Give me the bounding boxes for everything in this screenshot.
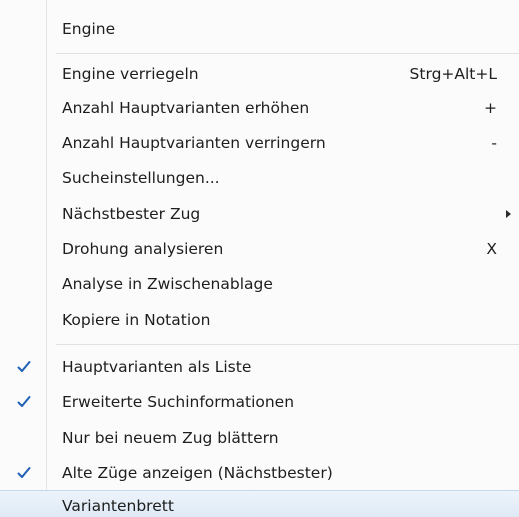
check-icon: [17, 361, 31, 372]
menu-item-label: Kopiere in Notation: [62, 311, 211, 329]
menu-item-label: Analyse in Zwischenablage: [62, 275, 273, 293]
menu-item-hauptvarianten-verringern[interactable]: Anzahl Hauptvarianten verringern -: [0, 125, 519, 161]
menu-separator: [56, 53, 519, 54]
menu-item-label: Anzahl Hauptvarianten verringern: [62, 134, 326, 152]
menu-item-drohung-analysieren[interactable]: Drohung analysieren X: [0, 231, 519, 267]
menu-item-nur-bei-neuem-zug[interactable]: Nur bei neuem Zug blättern: [0, 420, 519, 456]
menu-item-kopiere-notation[interactable]: Kopiere in Notation: [0, 302, 519, 338]
menu-item-shortcut: X: [486, 240, 497, 258]
menu-item-label: Anzahl Hauptvarianten erhöhen: [62, 99, 310, 117]
menu-item-hauptvarianten-erhoehen[interactable]: Anzahl Hauptvarianten erhöhen +: [0, 90, 519, 126]
menu-item-label: Nur bei neuem Zug blättern: [62, 429, 279, 447]
menu-item-shortcut: +: [484, 99, 497, 117]
menu-item-label: Nächstbester Zug: [62, 205, 201, 223]
menu-header-engine[interactable]: Engine: [0, 11, 519, 47]
menu-separator: [56, 344, 519, 345]
menu-item-label: Drohung analysieren: [62, 240, 224, 258]
menu-item-hauptvarianten-liste[interactable]: Hauptvarianten als Liste: [0, 349, 519, 385]
menu-item-sucheinstellungen[interactable]: Sucheinstellungen...: [0, 160, 519, 196]
menu-item-shortcut: -: [491, 134, 497, 152]
menu-item-label: Engine verriegeln: [62, 65, 199, 83]
menu-item-analyse-zwischenablage[interactable]: Analyse in Zwischenablage: [0, 266, 519, 302]
menu-item-label: Variantenbrett: [62, 496, 174, 515]
engine-context-menu: Engine Engine verriegeln Strg+Alt+L Anza…: [0, 0, 519, 517]
check-icon: [17, 396, 31, 407]
menu-header-label: Engine: [62, 20, 116, 38]
menu-item-label: Erweiterte Suchinformationen: [62, 393, 295, 411]
menu-item-erweiterte-suchinformationen[interactable]: Erweiterte Suchinformationen: [0, 384, 519, 420]
menu-item-label: Sucheinstellungen...: [62, 169, 220, 187]
menu-item-label: Alte Züge anzeigen (Nächstbester): [62, 464, 333, 482]
menu-item-naechstbester-zug[interactable]: Nächstbester Zug: [0, 196, 519, 232]
menu-item-engine-verriegeln[interactable]: Engine verriegeln Strg+Alt+L: [0, 56, 519, 92]
chevron-right-icon: [506, 210, 511, 218]
menu-item-label: Hauptvarianten als Liste: [62, 358, 252, 376]
menu-item-shortcut: Strg+Alt+L: [409, 65, 497, 83]
check-icon: [17, 467, 31, 478]
menu-item-variantenbrett[interactable]: Variantenbrett: [0, 490, 519, 517]
menu-item-alte-zuege-anzeigen[interactable]: Alte Züge anzeigen (Nächstbester): [0, 455, 519, 491]
